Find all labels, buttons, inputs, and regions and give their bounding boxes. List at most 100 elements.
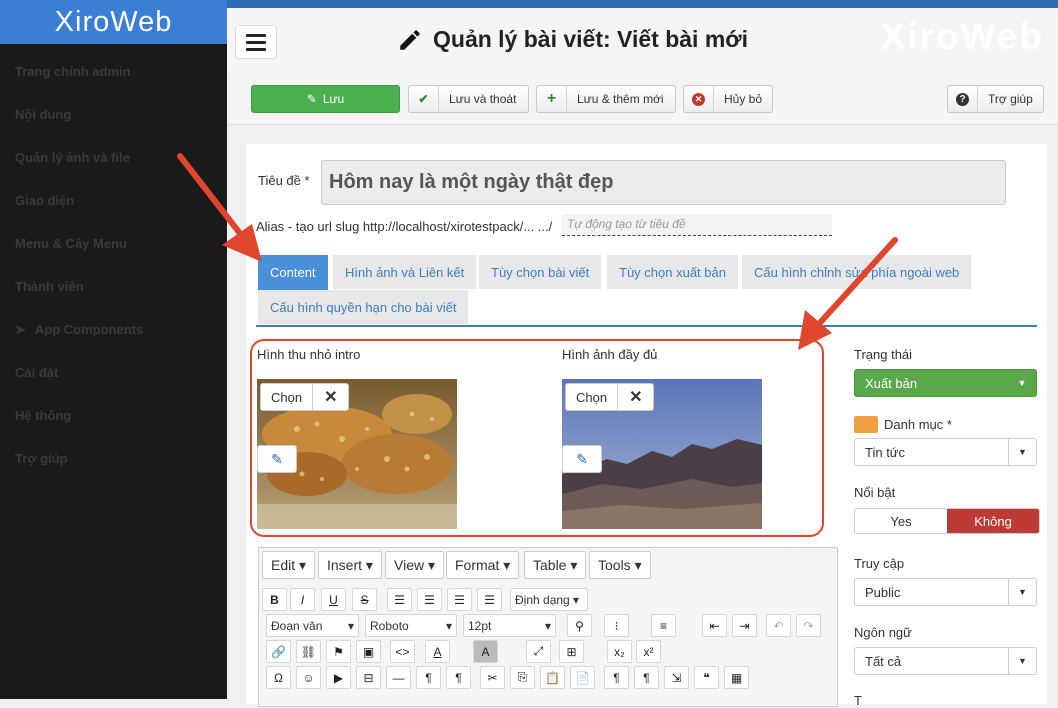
align-justify-icon[interactable]: ☰ <box>477 588 502 611</box>
editor-menu-format[interactable]: Format ▾ <box>446 551 520 579</box>
template-icon[interactable]: ▦ <box>724 666 749 689</box>
strikethrough-icon[interactable]: S <box>352 588 377 611</box>
numbered-list-icon[interactable]: ≡ <box>651 614 676 637</box>
align-center-icon[interactable]: ☰ <box>417 588 442 611</box>
sidebar-item-components[interactable]: ➤ App Components <box>0 302 227 345</box>
save-button-label: Lưu <box>322 92 345 106</box>
nonbreaking-icon[interactable]: ¶ <box>634 666 659 689</box>
align-right-icon[interactable]: ☰ <box>447 588 472 611</box>
sidebar-item-system[interactable]: Hệ thống <box>0 388 227 431</box>
featured-yes-button[interactable]: Yes <box>855 509 947 533</box>
access-label: Truy cập <box>854 556 905 571</box>
editor-menu-table[interactable]: Table ▾ <box>524 551 587 579</box>
alias-input[interactable]: Tự động tạo từ tiêu đề <box>562 214 832 236</box>
cancel-button[interactable]: ✕ Hủy bỏ <box>683 85 773 113</box>
sidebar-item-help[interactable]: Trợ giúp <box>0 431 227 474</box>
visual-chars-icon[interactable]: ¶ <box>604 666 629 689</box>
menu-toggle-button[interactable] <box>235 25 277 59</box>
image-icon[interactable]: ▣ <box>356 640 381 663</box>
logo[interactable]: XiroWeb <box>0 0 227 44</box>
italic-icon[interactable]: I <box>290 588 315 611</box>
align-left-icon[interactable]: ☰ <box>387 588 412 611</box>
tabs-divider <box>256 325 1037 327</box>
paste-text-icon[interactable]: 📄 <box>570 666 595 689</box>
featured-no-button[interactable]: Không <box>947 509 1039 533</box>
unlink-icon[interactable]: ⛓ <box>296 640 321 663</box>
special-char-icon[interactable]: Ω <box>266 666 291 689</box>
editor-menu-edit[interactable]: Edit ▾ <box>262 551 316 579</box>
language-label: Ngôn ngữ <box>854 625 912 640</box>
underline-icon[interactable]: U <box>321 588 346 611</box>
table-icon[interactable]: ⊞ <box>559 640 584 663</box>
background-color-icon[interactable]: A <box>473 640 498 663</box>
rich-text-editor: Edit ▾ Insert ▾ View ▾ Format ▾ Table ▾ … <box>258 547 838 707</box>
sidebar-item-settings[interactable]: Cài đặt <box>0 345 227 388</box>
text-color-icon[interactable]: A <box>425 640 450 663</box>
redo-icon[interactable]: ↷ <box>796 614 821 637</box>
rtl-icon[interactable]: ¶ <box>446 666 471 689</box>
question-icon: ? <box>948 86 978 112</box>
tab-permissions[interactable]: Cấu hình quyền hạn cho bài viết <box>258 290 469 324</box>
status-select[interactable]: Xuất bản ▼ <box>854 369 1037 397</box>
copy-icon[interactable]: ⎘ <box>510 666 535 689</box>
emoticons-icon[interactable]: ☺ <box>296 666 321 689</box>
watermark: XiroWeb <box>880 16 1044 57</box>
editor-menu-insert[interactable]: Insert ▾ <box>318 551 382 579</box>
annotation-box <box>250 339 824 537</box>
pagebreak-icon[interactable]: ⊟ <box>356 666 381 689</box>
category-select[interactable]: Tin tức ▼ <box>854 438 1037 466</box>
title-input[interactable]: Hôm nay là một ngày thật đẹp <box>321 160 1006 205</box>
alias-label: Alias - tạo url slug http://localhost/xi… <box>256 219 553 234</box>
font-family-select[interactable]: Roboto ▾ <box>365 614 457 637</box>
superscript-icon[interactable]: x² <box>636 640 661 663</box>
indent-icon[interactable]: ⇥ <box>732 614 757 637</box>
edit-icon: ✎ <box>306 92 317 106</box>
check-icon: ✔ <box>409 86 439 112</box>
block-format-select[interactable]: Đoạn văn ▾ <box>266 614 359 637</box>
tab-article-options[interactable]: Tùy chọn bài viết <box>479 255 602 289</box>
sidebar-item-media[interactable]: Quản lý ảnh và file <box>0 130 227 173</box>
anchor-icon[interactable]: ⚑ <box>326 640 351 663</box>
media-icon[interactable]: ▶ <box>326 666 351 689</box>
format-select[interactable]: Định dạng ▾ <box>510 588 588 611</box>
save-new-button[interactable]: + Lưu & thêm mới <box>536 85 676 113</box>
editor-menu-view[interactable]: View ▾ <box>385 551 445 579</box>
bold-icon[interactable]: B <box>262 588 287 611</box>
paste-icon[interactable]: 📋 <box>540 666 565 689</box>
tab-publishing[interactable]: Tùy chọn xuất bản <box>607 255 738 289</box>
tab-images-links[interactable]: Hình ảnh và Liên kết <box>333 255 477 289</box>
ltr-icon[interactable]: ¶ <box>416 666 441 689</box>
save-button[interactable]: ✎ Lưu <box>251 85 400 113</box>
cut-icon[interactable]: ✂ <box>480 666 505 689</box>
font-size-select[interactable]: 12pt ▾ <box>463 614 556 637</box>
sidebar-item-templates[interactable]: Giao diện <box>0 173 227 216</box>
save-close-button[interactable]: ✔ Lưu và thoát <box>408 85 529 113</box>
category-label-row: Danh mục * <box>854 416 952 433</box>
sidebar-item-dashboard[interactable]: Trang chính admin <box>0 44 227 87</box>
blockquote-icon[interactable]: ❝ <box>694 666 719 689</box>
access-select[interactable]: Public ▼ <box>854 578 1037 606</box>
code-icon[interactable]: <> <box>390 640 415 663</box>
language-select[interactable]: Tất cả ▼ <box>854 647 1037 675</box>
horizontal-rule-icon[interactable]: — <box>386 666 411 689</box>
tab-frontend-config[interactable]: Cấu hình chỉnh sửa phía ngoài web <box>742 255 972 289</box>
editor-menu-tools[interactable]: Tools ▾ <box>589 551 651 579</box>
subscript-icon[interactable]: x₂ <box>607 640 632 663</box>
header: Quản lý bài viết: Viết bài mới XiroWeb <box>227 0 1058 73</box>
sidebar-item-content[interactable]: Nội dung <box>0 87 227 130</box>
tab-content[interactable]: Content <box>258 255 328 290</box>
outdent-icon[interactable]: ⇤ <box>702 614 727 637</box>
help-button[interactable]: ? Trợ giúp <box>947 85 1044 113</box>
insert-date-icon[interactable]: ⇲ <box>664 666 689 689</box>
title-label: Tiêu đề * <box>258 173 310 188</box>
sidebar-item-menus[interactable]: Menu & Cây Menu <box>0 216 227 259</box>
plus-icon: + <box>537 86 567 112</box>
featured-toggle: Yes Không <box>854 508 1040 534</box>
pencil-icon <box>400 29 420 50</box>
fullscreen-icon[interactable]: ⤢ <box>526 640 551 663</box>
find-replace-icon[interactable]: ⚲ <box>567 614 592 637</box>
sidebar-item-users[interactable]: Thành viên <box>0 259 227 302</box>
bullet-list-icon[interactable]: ⁝ <box>604 614 629 637</box>
undo-icon[interactable]: ↶ <box>766 614 791 637</box>
link-icon[interactable]: 🔗 <box>266 640 291 663</box>
